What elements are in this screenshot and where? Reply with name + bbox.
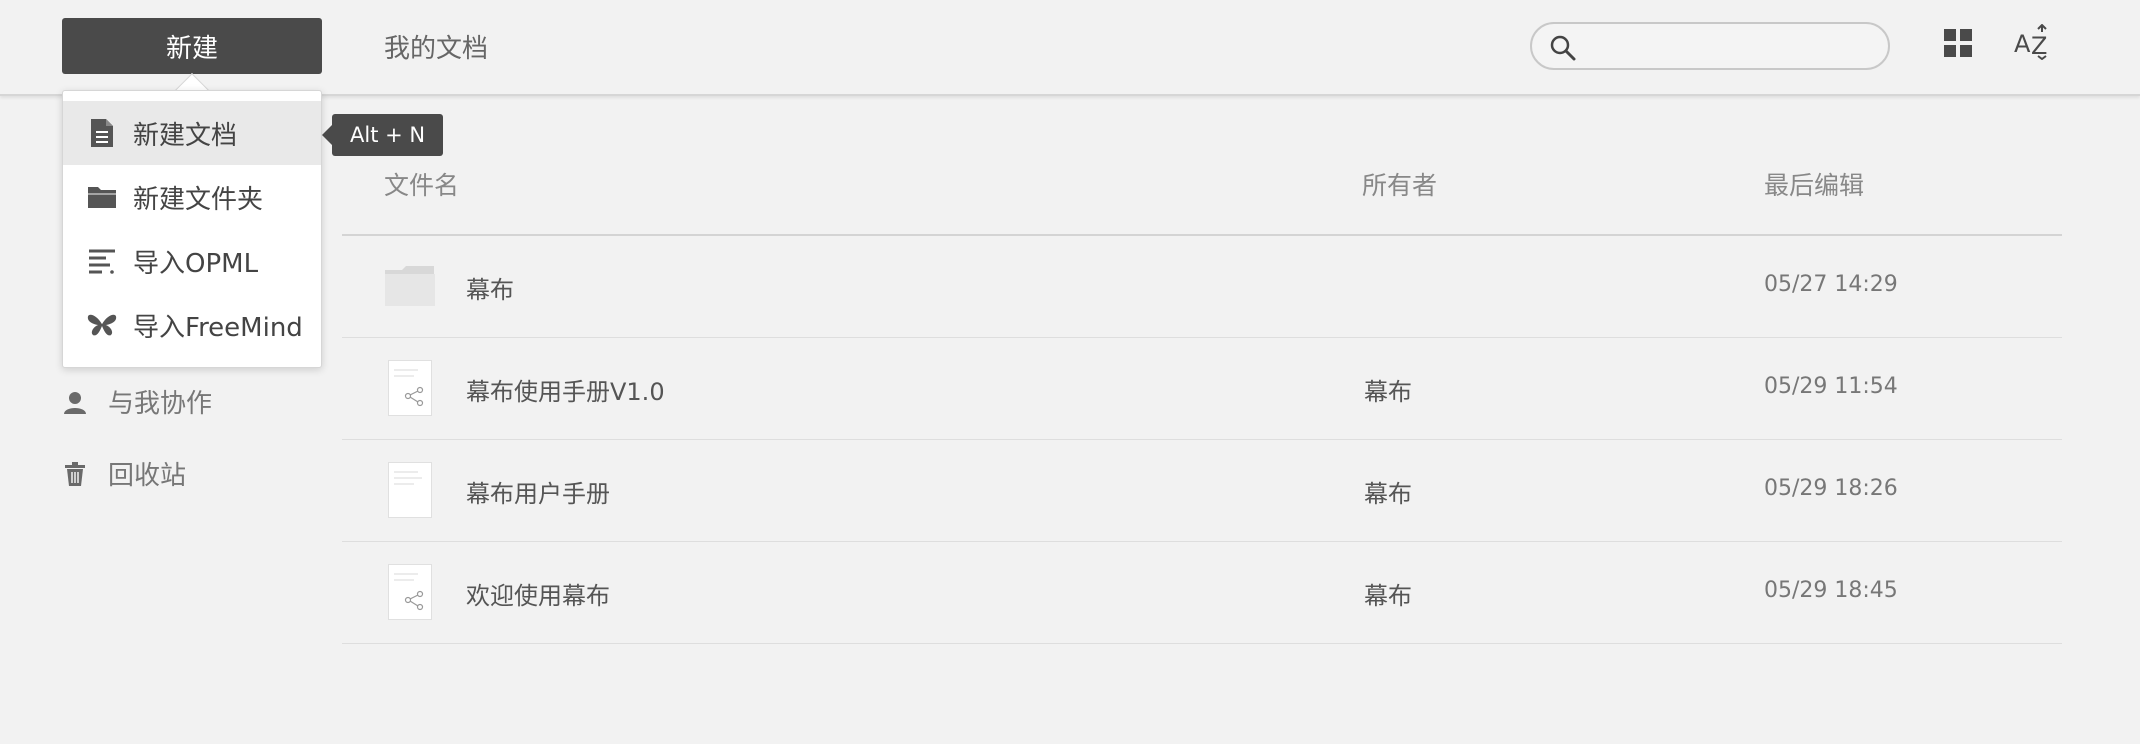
sort-az-icon[interactable]: A Z xyxy=(2014,24,2054,60)
menu-item-label: 导入FreeMind xyxy=(133,312,303,343)
sidebar-item-trash[interactable]: 回收站 xyxy=(62,455,186,492)
file-name: 幕布 xyxy=(466,276,514,304)
search-box[interactable] xyxy=(1530,22,1890,70)
header-owner[interactable]: 所有者 xyxy=(1362,166,1437,202)
file-date: 05/29 18:26 xyxy=(1764,476,1898,501)
file-owner: 幕布 xyxy=(1364,480,1412,508)
sidebar-item-label: 与我协作 xyxy=(108,389,213,419)
top-bar: 新建 我的文档 A Z xyxy=(0,0,2140,96)
grid-view-icon[interactable] xyxy=(1944,29,1972,57)
file-table: 文件名 所有者 最后编辑 幕布 05/27 14:29 幕布使用手册V1.0 幕… xyxy=(342,136,2062,644)
file-name: 幕布用户手册 xyxy=(466,480,610,508)
sidebar-item-label: 回收站 xyxy=(108,461,187,491)
menu-item-import-freemind[interactable]: 导入FreeMind xyxy=(63,293,321,357)
shared-document-thumbnail-icon xyxy=(388,360,432,416)
trash-icon xyxy=(65,461,85,486)
document-icon xyxy=(91,119,113,147)
table-row[interactable]: 幕布 05/27 14:29 xyxy=(342,236,2062,338)
shortcut-tooltip: Alt + N xyxy=(321,114,444,156)
menu-item-import-opml[interactable]: 导入OPML xyxy=(63,229,321,293)
butterfly-icon xyxy=(87,314,117,336)
sidebar-item-shared[interactable]: 与我协作 xyxy=(62,383,212,420)
file-date: 05/29 18:45 xyxy=(1764,578,1898,603)
table-row[interactable]: 幕布使用手册V1.0 幕布 05/29 11:54 xyxy=(342,338,2062,440)
file-date: 05/27 14:29 xyxy=(1764,272,1898,297)
table-header: 文件名 所有者 最后编辑 xyxy=(342,136,2062,236)
file-name: 幕布使用手册V1.0 xyxy=(466,378,665,406)
menu-item-label: 导入OPML xyxy=(133,248,259,279)
table-row[interactable]: 幕布用户手册 幕布 05/29 18:26 xyxy=(342,440,2062,542)
menu-item-new-folder[interactable]: 新建文件夹 xyxy=(63,165,321,229)
folder-icon xyxy=(88,187,116,208)
file-owner: 幕布 xyxy=(1364,378,1412,406)
menu-item-label: 新建文件夹 xyxy=(133,184,264,215)
document-thumbnail-icon xyxy=(388,462,432,518)
search-input[interactable] xyxy=(1588,28,1878,64)
file-owner: 幕布 xyxy=(1364,582,1412,610)
user-icon xyxy=(64,391,86,414)
search-icon xyxy=(1550,35,1576,61)
header-filename[interactable]: 文件名 xyxy=(384,166,459,202)
my-docs-link[interactable]: 我的文档 xyxy=(384,28,488,65)
table-row[interactable]: 欢迎使用幕布 幕布 05/29 18:45 xyxy=(342,542,2062,644)
file-name: 欢迎使用幕布 xyxy=(466,582,610,610)
file-date: 05/29 11:54 xyxy=(1764,374,1898,399)
new-button[interactable]: 新建 xyxy=(62,18,322,74)
shared-document-thumbnail-icon xyxy=(388,564,432,620)
opml-icon xyxy=(89,249,115,274)
new-dropdown-menu: 新建文档 新建文件夹 导入OPML 导入FreeMind xyxy=(62,90,322,368)
svg-text:A: A xyxy=(2014,30,2031,58)
header-last-edited[interactable]: 最后编辑 xyxy=(1764,166,1864,202)
menu-item-new-document[interactable]: 新建文档 xyxy=(63,101,321,165)
menu-item-label: 新建文档 xyxy=(133,120,238,151)
folder-icon xyxy=(385,266,435,306)
